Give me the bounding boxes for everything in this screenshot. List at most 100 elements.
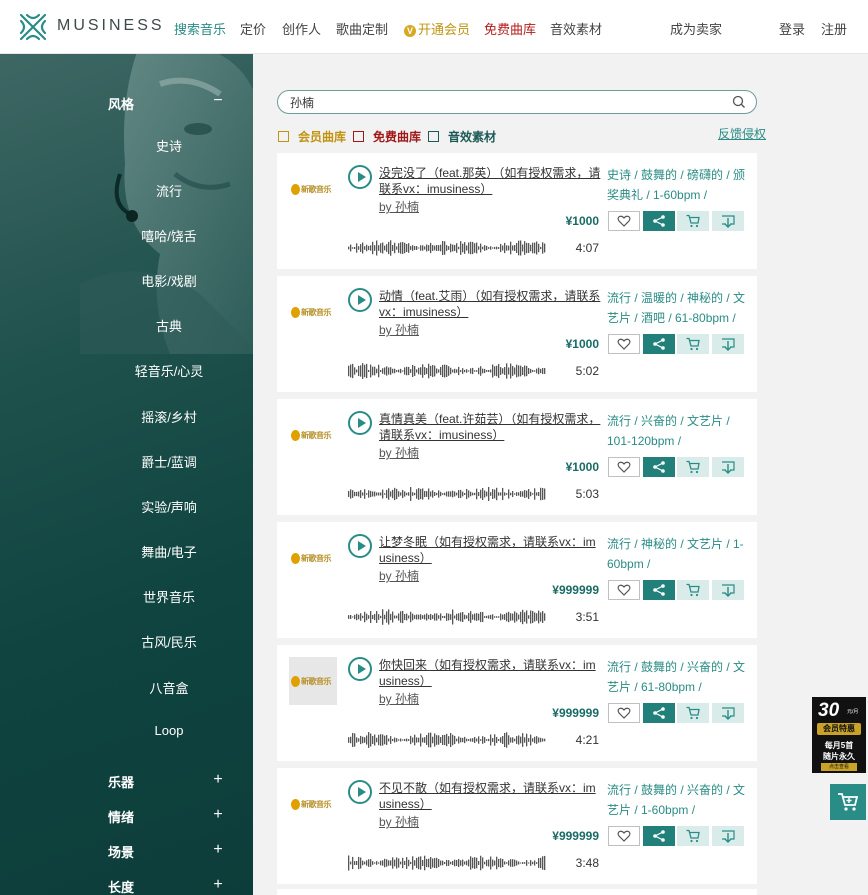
sidebar-item-classical[interactable]: 古典 [89,316,249,335]
add-to-cart-button[interactable] [677,703,709,723]
track-title[interactable]: 你快回来（如有授权需求，请联系vx：imusiness） [379,657,601,689]
waveform[interactable] [347,362,547,380]
share-button[interactable] [643,580,675,600]
track-artist[interactable]: by 孙楠 [379,690,419,707]
track-tags[interactable]: 流行 / 神秘的 / 文艺片 / 1-60bpm / [607,534,752,574]
sidebar-item-experimental[interactable]: 实验/声响 [89,497,249,516]
expand-length-icon[interactable]: + [210,876,226,894]
track-tags[interactable]: 流行 / 温暖的 / 神秘的 / 文艺片 / 酒吧 / 61-80bpm / [607,288,752,328]
sidebar-scene-header[interactable]: 场景 [108,842,134,861]
report-infringement-link[interactable]: 反馈侵权 [718,125,766,142]
track-title[interactable]: 动情（feat.艾雨）（如有授权需求，请联系vx：imusiness） [379,288,601,320]
filter-free-library[interactable]: 免费曲库 [353,128,421,145]
add-to-cart-button[interactable] [677,580,709,600]
play-icon[interactable] [348,534,372,558]
expand-mood-icon[interactable]: + [210,806,226,824]
register-link[interactable]: 注册 [821,19,847,38]
sidebar-item-rock[interactable]: 摇滚/乡村 [89,407,249,426]
sidebar-item-folk[interactable]: 古风/民乐 [89,632,249,651]
download-button[interactable] [712,826,744,846]
login-link[interactable]: 登录 [779,19,805,38]
share-button[interactable] [643,457,675,477]
search-input[interactable] [290,94,710,110]
nav-song-customization[interactable]: 歌曲定制 [336,19,388,38]
free-library-checkbox[interactable] [353,131,364,142]
sidebar-mood-header[interactable]: 情绪 [108,807,134,826]
nav-creators[interactable]: 创作人 [282,19,321,38]
track-tags[interactable]: 流行 / 鼓舞的 / 兴奋的 / 文艺片 / 1-60bpm / [607,780,752,820]
sidebar-item-music-box[interactable]: 八音盒 [89,678,249,697]
track-title[interactable]: 真情真美（feat.许茹芸）（如有授权需求，请联系vx：imusiness） [379,411,601,443]
collapse-style-icon[interactable]: − [210,92,226,110]
nav-pricing[interactable]: 定价 [240,19,266,38]
expand-instrument-icon[interactable]: + [210,771,226,789]
filter-sound-effects[interactable]: 音效素材 [428,128,496,145]
track-cover[interactable]: 新歌音乐 [289,534,337,582]
add-to-cart-button[interactable] [677,826,709,846]
sidebar-item-jazz[interactable]: 爵士/蓝调 [89,452,249,471]
share-button[interactable] [643,826,675,846]
sidebar-style-header[interactable]: 风格 [108,94,134,113]
sidebar-item-pop[interactable]: 流行 [89,181,249,200]
filter-member-library[interactable]: 会员曲库 [278,128,346,145]
nav-sound-effects[interactable]: 音效素材 [550,19,602,38]
favorite-button[interactable] [608,457,640,477]
expand-scene-icon[interactable]: + [210,841,226,859]
promo-view-button[interactable]: 点击查看 [821,763,857,771]
favorite-button[interactable] [608,826,640,846]
track-title[interactable]: 没完没了（feat.那英）（如有授权需求，请联系vx：imusiness） [379,165,601,197]
track-artist[interactable]: by 孙楠 [379,321,419,338]
sidebar-item-hiphop[interactable]: 嘻哈/饶舌 [89,226,249,245]
download-button[interactable] [712,703,744,723]
nav-open-membership[interactable]: V 开通会员 [404,19,470,38]
add-to-cart-button[interactable] [677,211,709,231]
track-cover[interactable]: 新歌音乐 [289,780,337,828]
track-artist[interactable]: by 孙楠 [379,567,419,584]
sidebar-item-light-music[interactable]: 轻音乐/心灵 [89,361,249,380]
track-cover[interactable]: 新歌音乐 [289,165,337,213]
play-icon[interactable] [348,780,372,804]
download-button[interactable] [712,211,744,231]
sidebar-item-epic[interactable]: 史诗 [89,136,249,155]
add-to-cart-button[interactable] [677,457,709,477]
track-cover[interactable]: 新歌音乐 [289,657,337,705]
share-button[interactable] [643,211,675,231]
search-icon[interactable] [732,95,746,109]
favorite-button[interactable] [608,580,640,600]
track-cover[interactable]: 新歌音乐 [289,411,337,459]
sidebar-instrument-header[interactable]: 乐器 [108,772,134,791]
sound-effects-checkbox[interactable] [428,131,439,142]
share-button[interactable] [643,334,675,354]
share-button[interactable] [643,703,675,723]
track-cover[interactable]: 新歌音乐 [289,288,337,336]
track-tags[interactable]: 流行 / 鼓舞的 / 兴奋的 / 文艺片 / 61-80bpm / [607,657,752,697]
download-button[interactable] [712,457,744,477]
musiness-logo-icon[interactable] [18,12,48,42]
member-library-checkbox[interactable] [278,131,289,142]
add-to-cart-button[interactable] [677,334,709,354]
membership-promo-banner[interactable]: 30 元/月 会员特惠 每月5首 随片永久 点击查看 [812,697,866,773]
favorite-button[interactable] [608,211,640,231]
play-icon[interactable] [348,657,372,681]
waveform[interactable] [347,608,547,626]
track-artist[interactable]: by 孙楠 [379,813,419,830]
nav-search-music[interactable]: 搜索音乐 [174,19,226,38]
play-icon[interactable] [348,165,372,189]
sidebar-item-dance[interactable]: 舞曲/电子 [89,542,249,561]
waveform[interactable] [347,854,547,872]
track-tags[interactable]: 史诗 / 鼓舞的 / 磅礴的 / 颁奖典礼 / 1-60bpm / [607,165,752,205]
brand-name[interactable]: MUSINESS [57,17,165,35]
waveform[interactable] [347,239,547,257]
sidebar-item-world[interactable]: 世界音乐 [89,587,249,606]
favorite-button[interactable] [608,703,640,723]
waveform[interactable] [347,485,547,503]
nav-free-library[interactable]: 免费曲库 [484,19,536,38]
become-seller-link[interactable]: 成为卖家 [670,19,722,38]
favorite-button[interactable] [608,334,640,354]
track-artist[interactable]: by 孙楠 [379,198,419,215]
download-button[interactable] [712,334,744,354]
track-tags[interactable]: 流行 / 兴奋的 / 文艺片 / 101-120bpm / [607,411,752,451]
download-button[interactable] [712,580,744,600]
sidebar-item-film[interactable]: 电影/戏剧 [89,271,249,290]
play-icon[interactable] [348,288,372,312]
